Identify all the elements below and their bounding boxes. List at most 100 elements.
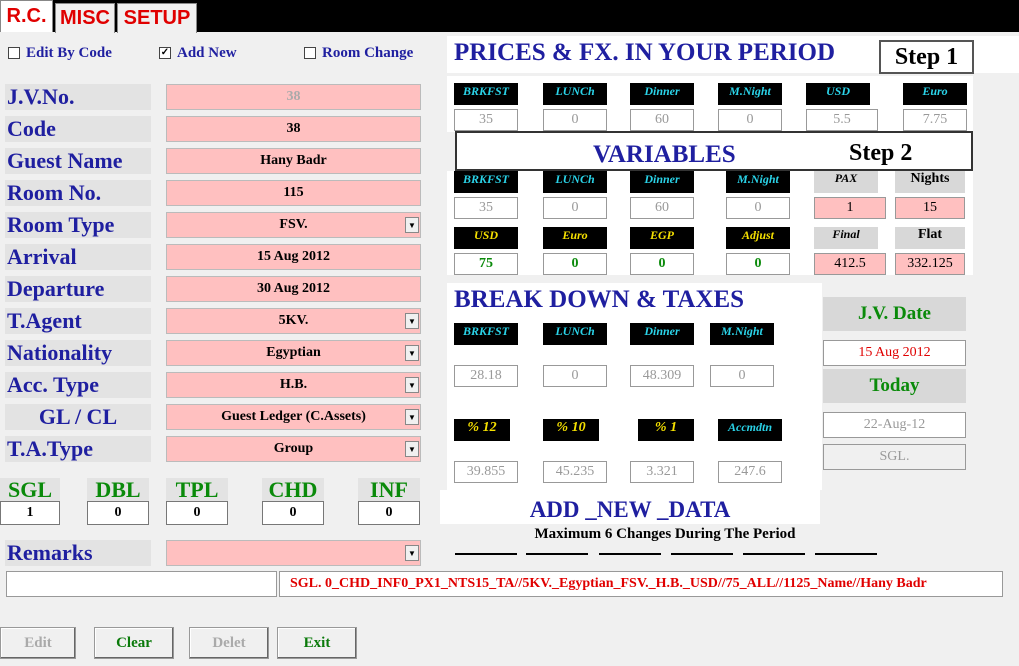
pax-label: PAX	[814, 171, 878, 193]
code-label: Code	[5, 116, 151, 142]
price-value-mnight[interactable]: 0	[718, 109, 782, 131]
fx-header-usd: USD	[454, 227, 518, 249]
chd-label: CHD	[262, 477, 324, 502]
travel-agent-select[interactable]: 5KV. ▼	[166, 308, 421, 334]
departure-field[interactable]: 30 Aug 2012	[166, 276, 421, 302]
tax-value-10: 45.235	[543, 461, 607, 483]
price-value-usd[interactable]: 5.5	[806, 109, 878, 131]
change-slot-4	[671, 553, 733, 555]
today-field: 22-Aug-12	[823, 412, 966, 438]
bd-header-dinner: Dinner	[630, 323, 694, 345]
tab-setup[interactable]: SETUP	[117, 3, 197, 33]
price-header-lunch: LUNCh	[543, 83, 607, 105]
change-slot-5	[743, 553, 805, 555]
var-value-mnight[interactable]: 0	[726, 197, 790, 219]
price-value-brkfst[interactable]: 35	[454, 109, 518, 131]
bd-header-mnight: M.Night	[710, 323, 774, 345]
chevron-down-icon[interactable]: ▼	[405, 217, 419, 233]
inf-input[interactable]: 0	[358, 501, 420, 525]
chevron-down-icon[interactable]: ▼	[405, 409, 419, 425]
tax-value-accmdtn: 247.6	[718, 461, 782, 483]
chevron-down-icon[interactable]: ▼	[405, 545, 419, 561]
bd-value-dinner: 48.309	[630, 365, 694, 387]
tax-header-10: % 10	[543, 419, 599, 441]
arrival-field[interactable]: 15 Aug 2012	[166, 244, 421, 270]
change-slot-6	[815, 553, 877, 555]
code-field[interactable]: 38	[166, 116, 421, 142]
price-header-usd: USD	[806, 83, 870, 105]
nights-value: 15	[895, 197, 965, 219]
fx-header-egp: EGP	[630, 227, 694, 249]
inf-label: INF	[358, 477, 420, 502]
gl-cl-select[interactable]: Guest Ledger (C.Assets) ▼	[166, 404, 421, 430]
price-value-lunch[interactable]: 0	[543, 109, 607, 131]
variables-title: VARIABLES	[593, 141, 736, 168]
checkbox-icon	[304, 47, 316, 59]
jv-date-field[interactable]: 15 Aug 2012	[823, 340, 966, 366]
var-header-dinner: Dinner	[630, 171, 694, 193]
room-type-select[interactable]: FSV. ▼	[166, 212, 421, 238]
summary-text: SGL. 0_CHD_INF0_PX1_NTS15_TA//5KV._Egypt…	[279, 571, 1003, 597]
travel-agent-label: T.Agent	[5, 308, 151, 334]
guest-name-field[interactable]: Hany Badr	[166, 148, 421, 174]
chd-input[interactable]: 0	[262, 501, 324, 525]
nationality-select[interactable]: Egyptian ▼	[166, 340, 421, 366]
var-value-brkfst[interactable]: 35	[454, 197, 518, 219]
search-input[interactable]	[6, 571, 277, 597]
bd-value-lunch: 0	[543, 365, 607, 387]
edit-by-code-checkbox[interactable]: Edit By Code	[8, 44, 112, 62]
var-value-lunch[interactable]: 0	[543, 197, 607, 219]
dbl-input[interactable]: 0	[87, 501, 149, 525]
var-value-dinner[interactable]: 60	[630, 197, 694, 219]
price-header-dinner: Dinner	[630, 83, 694, 105]
clear-button[interactable]: Clear	[94, 627, 174, 659]
change-slot-3	[599, 553, 661, 555]
jv-no-label: J.V.No.	[5, 84, 151, 110]
room-change-checkbox[interactable]: Room Change	[304, 44, 413, 62]
remarks-label: Remarks	[5, 540, 151, 566]
bd-header-lunch: LUNCh	[543, 323, 607, 345]
prices-grid-bg	[447, 76, 973, 132]
pax-value: 1	[814, 197, 886, 219]
exit-button[interactable]: Exit	[277, 627, 357, 659]
chevron-down-icon[interactable]: ▼	[405, 377, 419, 393]
remarks-select[interactable]: ▼	[166, 540, 421, 566]
acc-type-label: Acc. Type	[5, 372, 151, 398]
room-no-field[interactable]: 115	[166, 180, 421, 206]
flat-value: 332.125	[895, 253, 965, 275]
tab-misc[interactable]: MISC	[55, 3, 115, 33]
edit-button[interactable]: Edit	[0, 627, 76, 659]
gl-cl-label: GL / CL	[5, 404, 151, 430]
room-type-label: Room Type	[5, 212, 151, 238]
price-header-euro: Euro	[903, 83, 967, 105]
checkbox-icon	[8, 47, 20, 59]
tax-value-1: 3.321	[630, 461, 694, 483]
jv-no-field[interactable]: 38	[166, 84, 421, 110]
ta-type-label: T.A.Type	[5, 436, 151, 462]
sgl-input[interactable]: 1	[0, 501, 60, 525]
price-value-dinner[interactable]: 60	[630, 109, 694, 131]
tpl-input[interactable]: 0	[166, 501, 228, 525]
ta-type-select[interactable]: Group ▼	[166, 436, 421, 462]
chevron-down-icon[interactable]: ▼	[405, 441, 419, 457]
tab-rc[interactable]: R.C.	[0, 0, 53, 32]
acc-type-select[interactable]: H.B. ▼	[166, 372, 421, 398]
chevron-down-icon[interactable]: ▼	[405, 345, 419, 361]
step-1-badge: Step 1	[879, 40, 974, 74]
step-2-badge: Step 2	[849, 139, 913, 166]
final-value: 412.5	[814, 253, 886, 275]
fx-value-egp[interactable]: 0	[630, 253, 694, 275]
tpl-label: TPL	[166, 477, 228, 502]
change-slot-1	[455, 553, 517, 555]
fx-value-adjust[interactable]: 0	[726, 253, 790, 275]
fx-value-usd[interactable]: 75	[454, 253, 518, 275]
add-new-subtitle: Maximum 6 Changes During The Period	[534, 526, 796, 542]
sgl-label: SGL	[0, 477, 60, 502]
chevron-down-icon[interactable]: ▼	[405, 313, 419, 329]
fx-value-euro[interactable]: 0	[543, 253, 607, 275]
add-new-checkbox[interactable]: ✓ Add New	[159, 44, 237, 62]
price-value-euro[interactable]: 7.75	[903, 109, 967, 131]
delete-button[interactable]: Delet	[189, 627, 269, 659]
breakdown-title: BREAK DOWN & TAXES	[454, 286, 745, 313]
tax-header-12: % 12	[454, 419, 510, 441]
